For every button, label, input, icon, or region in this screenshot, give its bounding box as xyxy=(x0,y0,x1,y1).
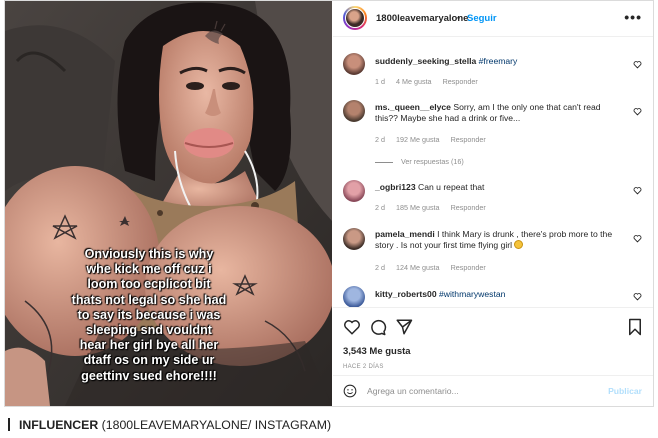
comment-likes[interactable]: 124 Me gusta xyxy=(396,263,440,272)
comment-meta: 1 d 4 Me gusta Responder xyxy=(375,77,487,86)
likes-count[interactable]: 3,543 Me gusta xyxy=(343,346,411,357)
comment-likes[interactable]: 185 Me gusta xyxy=(396,203,440,212)
comment-age: 2 d xyxy=(375,203,385,212)
smile-emoji-icon xyxy=(514,240,524,249)
commenter-avatar[interactable] xyxy=(343,100,365,122)
caption-bar xyxy=(8,418,10,431)
comment-hashtag[interactable]: #freemary xyxy=(479,56,518,66)
comment-likes[interactable]: 192 Me gusta xyxy=(396,135,440,144)
post-photo: Onviously this is why whe kick me off cu… xyxy=(5,1,332,406)
post-header: 1800leavemaryalone • Seguir ••• xyxy=(333,1,653,37)
comment-age: 2 d xyxy=(375,135,385,144)
header-separator: • xyxy=(457,13,461,23)
comment-input[interactable] xyxy=(367,383,597,399)
publish-button[interactable]: Publicar xyxy=(608,386,642,396)
heart-icon[interactable] xyxy=(633,60,642,69)
instagram-post-frame: Onviously this is why whe kick me off cu… xyxy=(4,0,654,407)
comment-likes[interactable]: 4 Me gusta xyxy=(396,77,432,86)
comment-text: Can u repeat that xyxy=(418,182,485,192)
comment-meta: 2 d 185 Me gusta Responder xyxy=(375,203,495,212)
author-avatar[interactable] xyxy=(343,6,367,30)
commenter-avatar[interactable] xyxy=(343,228,365,250)
author-username[interactable]: 1800leavemaryalone xyxy=(376,13,468,24)
heart-icon[interactable] xyxy=(343,318,361,336)
caption-credit: (1800LEAVEMARYALONE/ INSTAGRAM) xyxy=(101,418,332,432)
comment-meta: 2 d 192 Me gusta Responder xyxy=(375,135,495,144)
heart-icon[interactable] xyxy=(633,186,642,195)
commenter-avatar[interactable] xyxy=(343,286,365,308)
comment-age: 2 d xyxy=(375,263,385,272)
post-timestamp: HACE 2 DÍAS xyxy=(343,364,384,370)
comment-meta: 2 d 124 Me gusta Responder xyxy=(375,263,495,272)
story-overlay-text: Onviously this is why whe kick me off cu… xyxy=(71,247,227,383)
bookmark-icon[interactable] xyxy=(626,318,644,336)
reply-button[interactable]: Responder xyxy=(443,77,478,86)
follow-button[interactable]: Seguir xyxy=(467,13,497,24)
comment-username[interactable]: suddenly_seeking_stella xyxy=(375,56,476,66)
emoji-icon[interactable] xyxy=(343,384,357,398)
image-caption: INFLUENCER (1800LEAVEMARYALONE/ INSTAGRA… xyxy=(8,418,331,432)
reply-button[interactable]: Responder xyxy=(451,203,486,212)
comment-username[interactable]: pamela_mendi xyxy=(375,229,435,239)
caption-label: INFLUENCER xyxy=(19,418,99,432)
add-comment-bar: Publicar xyxy=(333,375,653,406)
share-icon[interactable] xyxy=(395,318,413,336)
comment-username[interactable]: kitty_roberts00 xyxy=(375,289,437,299)
heart-icon[interactable] xyxy=(633,292,642,301)
comment-hashtag[interactable]: #withmarywestan xyxy=(439,289,505,299)
more-icon[interactable]: ••• xyxy=(624,9,642,25)
comment-age: 1 d xyxy=(375,77,385,86)
commenter-avatar[interactable] xyxy=(343,180,365,202)
heart-icon[interactable] xyxy=(633,234,642,243)
comment-username[interactable]: _ogbri123 xyxy=(375,182,416,192)
commenter-avatar[interactable] xyxy=(343,53,365,75)
post-side-panel: 1800leavemaryalone • Seguir ••• suddenly… xyxy=(333,1,653,406)
reply-button[interactable]: Responder xyxy=(451,263,486,272)
comment-username[interactable]: ms._queen__elyce xyxy=(375,102,451,112)
view-replies-button[interactable]: Ver respuestas (16) xyxy=(375,157,464,166)
reply-button[interactable]: Responder xyxy=(451,135,486,144)
comment-icon[interactable] xyxy=(369,318,387,336)
heart-icon[interactable] xyxy=(633,107,642,116)
